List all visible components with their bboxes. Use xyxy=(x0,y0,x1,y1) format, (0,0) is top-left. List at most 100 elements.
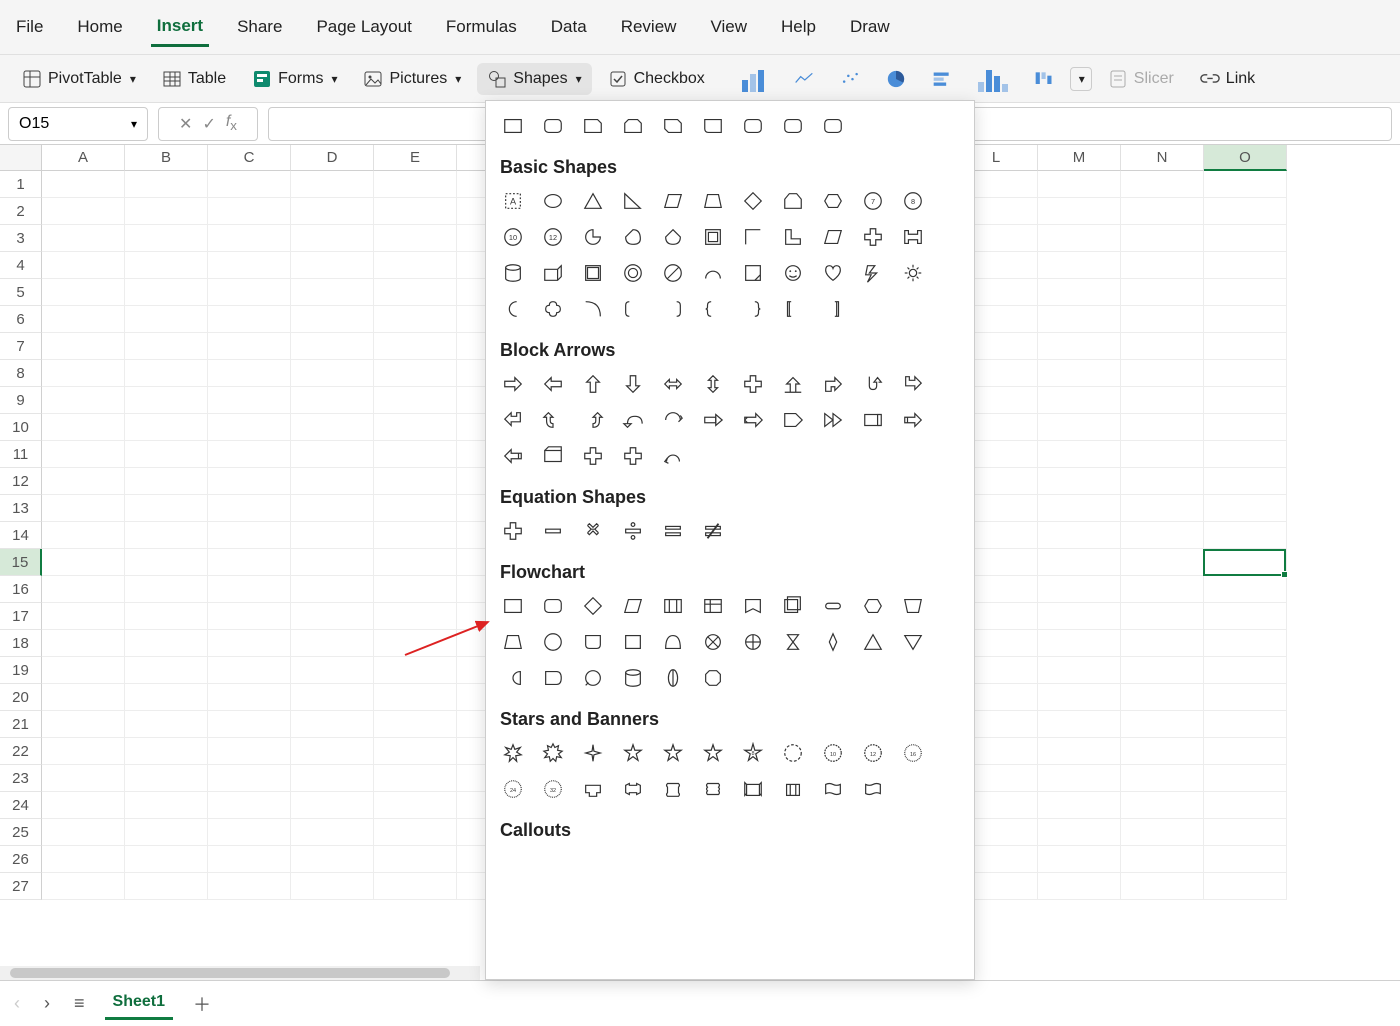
shape-arrow-26[interactable] xyxy=(660,443,686,469)
row-header-23[interactable]: 23 xyxy=(0,765,42,792)
cell[interactable] xyxy=(42,765,125,792)
shape-flow-20[interactable] xyxy=(860,629,886,655)
cell[interactable] xyxy=(208,630,291,657)
cell[interactable] xyxy=(125,360,208,387)
shape-star-13[interactable] xyxy=(580,776,606,802)
shape-basic-21[interactable] xyxy=(900,224,926,250)
shape-star-6[interactable]: 8 xyxy=(740,740,766,766)
shape-arrow-4[interactable] xyxy=(660,371,686,397)
cell[interactable] xyxy=(1038,333,1121,360)
cell[interactable] xyxy=(291,333,374,360)
cell[interactable] xyxy=(42,333,125,360)
cell[interactable] xyxy=(1038,522,1121,549)
shape-arrow-16[interactable] xyxy=(700,407,726,433)
shape-star-17[interactable] xyxy=(740,776,766,802)
shape-star-7[interactable] xyxy=(780,740,806,766)
shape-rect-4[interactable] xyxy=(660,113,686,139)
shape-star-2[interactable] xyxy=(580,740,606,766)
cell[interactable] xyxy=(1121,198,1204,225)
cell[interactable] xyxy=(42,441,125,468)
menu-data[interactable]: Data xyxy=(545,9,593,45)
shape-basic-11[interactable]: 10 xyxy=(500,224,526,250)
forms-button[interactable]: Forms ▾ xyxy=(242,63,347,95)
cell[interactable] xyxy=(1204,657,1287,684)
cell[interactable] xyxy=(1038,738,1121,765)
col-header-E[interactable]: E xyxy=(374,145,457,171)
cell[interactable] xyxy=(1038,873,1121,900)
chart-more-button[interactable]: ▾ xyxy=(1070,67,1092,91)
row-header-18[interactable]: 18 xyxy=(0,630,42,657)
cell[interactable] xyxy=(125,846,208,873)
cell[interactable] xyxy=(125,279,208,306)
shape-basic-15[interactable] xyxy=(660,224,686,250)
cell[interactable] xyxy=(1204,711,1287,738)
cell[interactable] xyxy=(1204,846,1287,873)
row-header-22[interactable]: 22 xyxy=(0,738,42,765)
cell[interactable] xyxy=(1204,495,1287,522)
cell[interactable] xyxy=(1204,468,1287,495)
cell[interactable] xyxy=(374,171,457,198)
cell[interactable] xyxy=(291,630,374,657)
shape-arrow-19[interactable] xyxy=(820,407,846,433)
shape-star-12[interactable]: 32 xyxy=(540,776,566,802)
cell[interactable] xyxy=(1204,306,1287,333)
cell[interactable] xyxy=(374,711,457,738)
cell[interactable] xyxy=(208,198,291,225)
cell[interactable] xyxy=(1204,522,1287,549)
shape-eq-4[interactable] xyxy=(660,518,686,544)
cell[interactable] xyxy=(1121,765,1204,792)
cell[interactable] xyxy=(1121,684,1204,711)
cell[interactable] xyxy=(1121,792,1204,819)
shape-basic-27[interactable] xyxy=(700,260,726,286)
shape-rect-8[interactable] xyxy=(820,113,846,139)
cell[interactable] xyxy=(1121,549,1204,576)
cell[interactable] xyxy=(208,333,291,360)
cell[interactable] xyxy=(1204,765,1287,792)
cell[interactable] xyxy=(374,522,457,549)
row-header-2[interactable]: 2 xyxy=(0,198,42,225)
table-button[interactable]: Table xyxy=(152,63,236,95)
chart-waterfall-button[interactable] xyxy=(1024,63,1064,95)
shape-flow-19[interactable] xyxy=(820,629,846,655)
cell[interactable] xyxy=(1204,873,1287,900)
cell[interactable] xyxy=(291,225,374,252)
shape-flow-26[interactable] xyxy=(660,665,686,691)
cell[interactable] xyxy=(125,630,208,657)
cell[interactable] xyxy=(374,468,457,495)
cell[interactable] xyxy=(374,441,457,468)
cell[interactable] xyxy=(291,576,374,603)
shape-basic-5[interactable] xyxy=(700,188,726,214)
shape-star-18[interactable] xyxy=(780,776,806,802)
col-header-B[interactable]: B xyxy=(125,145,208,171)
shape-star-11[interactable]: 24 xyxy=(500,776,526,802)
shape-rect-0[interactable] xyxy=(500,113,526,139)
cell[interactable] xyxy=(208,711,291,738)
cell[interactable] xyxy=(374,414,457,441)
cell[interactable] xyxy=(374,576,457,603)
cell[interactable] xyxy=(208,684,291,711)
cell[interactable] xyxy=(208,603,291,630)
shape-star-20[interactable] xyxy=(860,776,886,802)
cell[interactable] xyxy=(1038,711,1121,738)
cell[interactable] xyxy=(1121,279,1204,306)
shape-rect-1[interactable] xyxy=(540,113,566,139)
cell[interactable] xyxy=(1121,306,1204,333)
cell[interactable] xyxy=(291,711,374,738)
cell[interactable] xyxy=(208,657,291,684)
cell[interactable] xyxy=(1204,738,1287,765)
shape-star-16[interactable] xyxy=(700,776,726,802)
col-header-C[interactable]: C xyxy=(208,145,291,171)
cell[interactable] xyxy=(291,360,374,387)
cell[interactable] xyxy=(1121,441,1204,468)
cell[interactable] xyxy=(1204,630,1287,657)
cell[interactable] xyxy=(42,522,125,549)
row-header-9[interactable]: 9 xyxy=(0,387,42,414)
chart-scatter-button[interactable] xyxy=(830,63,870,95)
pictures-button[interactable]: Pictures ▾ xyxy=(353,63,471,95)
shape-arrow-8[interactable] xyxy=(820,371,846,397)
shape-basic-7[interactable] xyxy=(780,188,806,214)
row-header-20[interactable]: 20 xyxy=(0,684,42,711)
row-header-3[interactable]: 3 xyxy=(0,225,42,252)
cell[interactable] xyxy=(1038,414,1121,441)
shape-basic-12[interactable]: 12 xyxy=(540,224,566,250)
